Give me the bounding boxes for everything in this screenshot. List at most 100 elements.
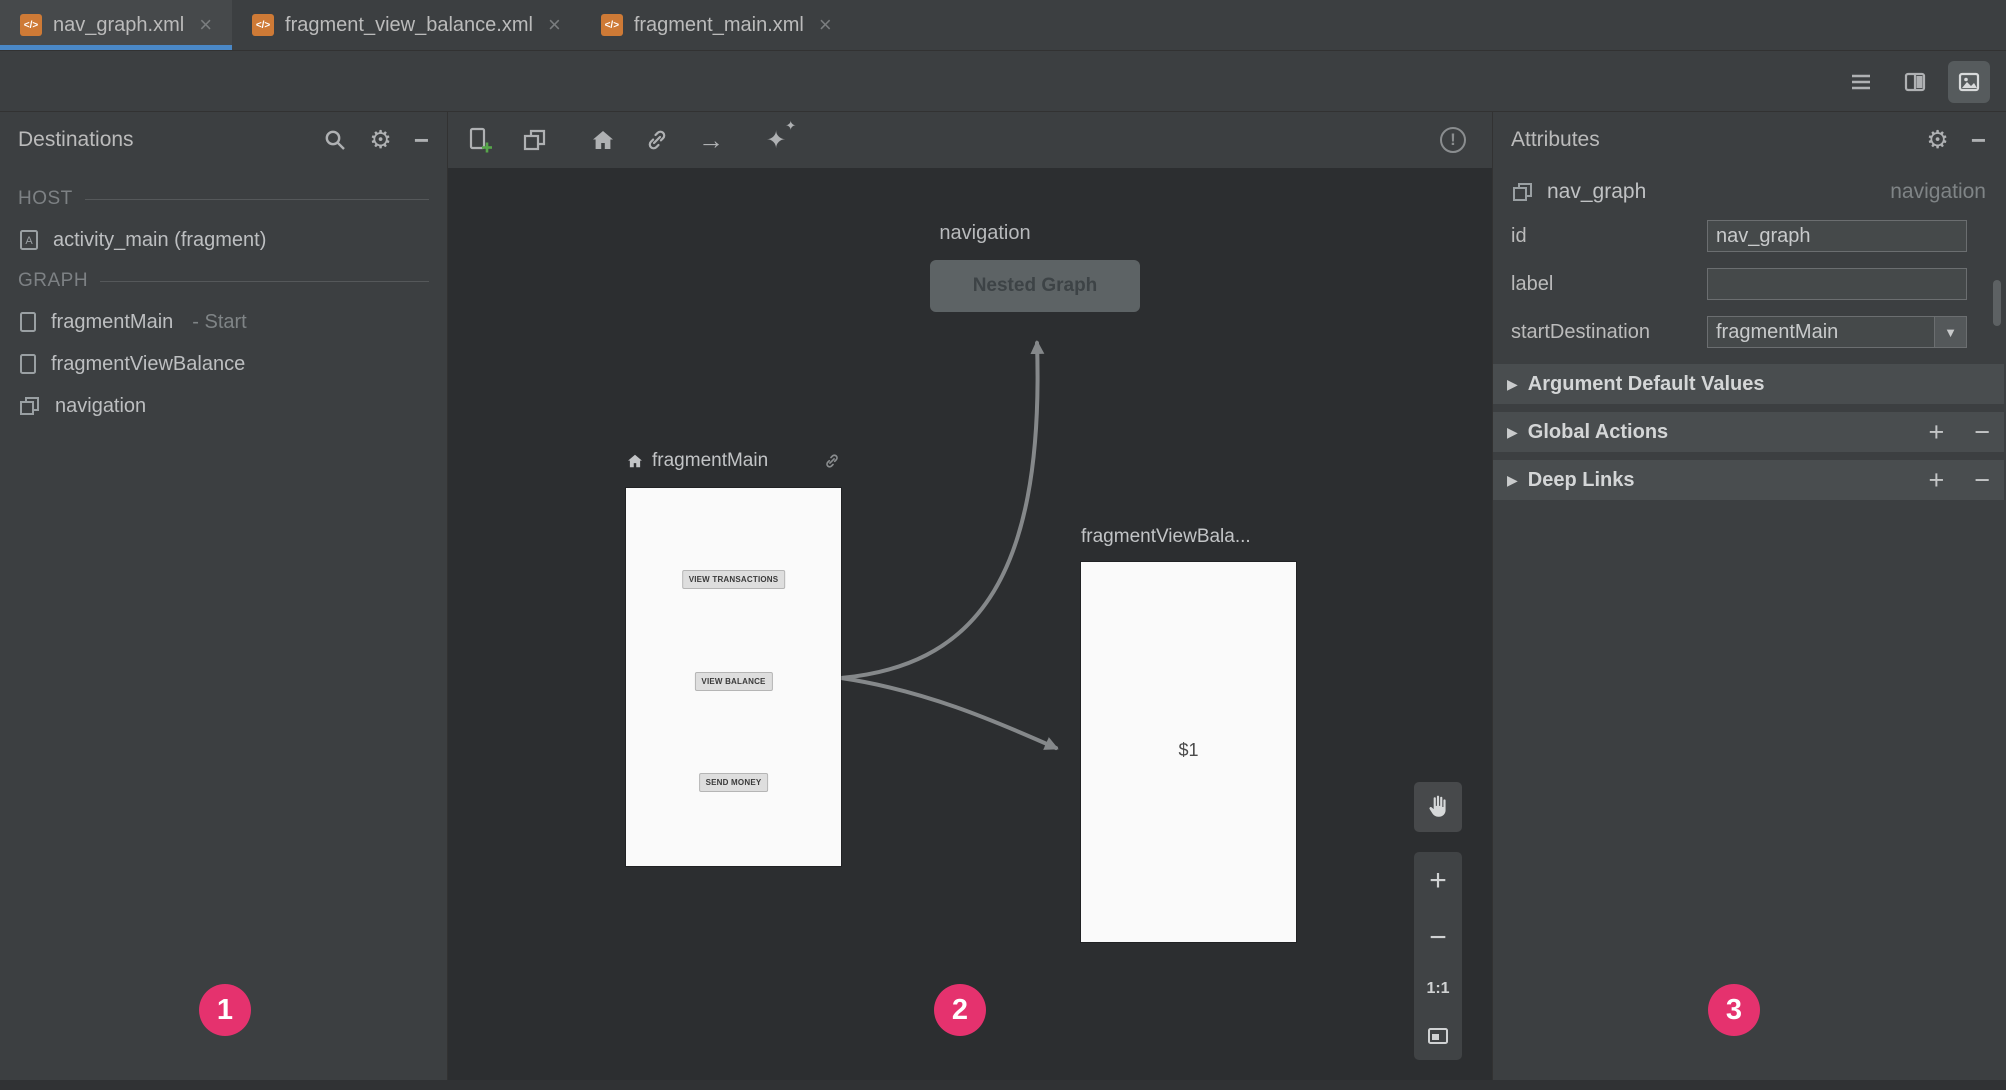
design-toolbar: → ✦ ✦ ! xyxy=(448,112,1492,168)
fragment-main-preview[interactable]: VIEW TRANSACTIONS VIEW BALANCE SEND MONE… xyxy=(626,488,841,866)
code-view-button[interactable] xyxy=(1840,61,1882,103)
deep-link-icon[interactable] xyxy=(644,127,670,153)
hide-panel-icon[interactable]: − xyxy=(1971,127,1986,153)
gear-icon[interactable]: ⚙ xyxy=(369,127,391,153)
tab-fragment-view-balance[interactable]: </> fragment_view_balance.xml × xyxy=(232,0,581,50)
design-view-icon xyxy=(1957,70,1981,94)
warning-indicator-icon[interactable]: ! xyxy=(1440,127,1466,153)
split-view-button[interactable] xyxy=(1894,61,1936,103)
attributes-title: Attributes xyxy=(1511,128,1600,151)
tab-fragment-main[interactable]: </> fragment_main.xml × xyxy=(581,0,852,50)
id-field[interactable] xyxy=(1707,220,1967,252)
close-icon[interactable]: × xyxy=(199,14,212,36)
start-destination-field-row: startDestination fragmentMain ▼ xyxy=(1493,308,2004,356)
annotation-badge-2: 2 xyxy=(934,984,986,1036)
nested-graph-icon xyxy=(18,394,42,418)
annotation-badge-1: 1 xyxy=(199,984,251,1036)
add-global-action-button[interactable]: + xyxy=(1928,418,1944,446)
tab-nav-graph[interactable]: </> nav_graph.xml × xyxy=(0,0,233,50)
component-type: navigation xyxy=(1890,180,1986,203)
annotation-badge-3: 3 xyxy=(1708,984,1760,1036)
field-label-start-destination: startDestination xyxy=(1511,320,1650,343)
start-suffix: - Start xyxy=(192,310,247,333)
preview-button: VIEW TRANSACTIONS xyxy=(681,570,786,589)
remove-global-action-button[interactable]: − xyxy=(1974,418,1990,446)
pan-tool-button[interactable] xyxy=(1414,782,1462,832)
fragment-main-header[interactable]: fragmentMain xyxy=(626,448,841,474)
component-name: nav_graph xyxy=(1547,180,1647,203)
remove-deep-link-button[interactable]: − xyxy=(1974,466,1990,494)
fragment-icon xyxy=(18,352,38,376)
section-argument-default-values[interactable]: ▶ Argument Default Values xyxy=(1493,364,2004,404)
nested-graph-node[interactable]: Nested Graph xyxy=(930,260,1140,312)
list-item-navigation[interactable]: navigation xyxy=(18,394,429,418)
add-destination-icon[interactable] xyxy=(466,126,494,154)
fragment-view-balance-header[interactable]: fragmentViewBala... xyxy=(1081,524,1296,550)
new-nested-graph-icon[interactable] xyxy=(522,127,548,153)
collapse-triangle-icon: ▶ xyxy=(1507,375,1518,392)
zoom-to-fit-button[interactable] xyxy=(1427,1025,1449,1047)
list-item-label: navigation xyxy=(55,394,147,417)
fragment-view-balance-preview[interactable]: $1 xyxy=(1081,562,1296,942)
label-field[interactable] xyxy=(1707,268,1967,300)
activity-icon: A xyxy=(18,228,40,252)
selected-value: fragmentMain xyxy=(1716,320,1839,343)
design-surface: → ✦ ✦ ! navigation Nested Graph fragment… xyxy=(448,112,1492,1090)
graph-group-label: GRAPH xyxy=(18,270,429,292)
link-icon xyxy=(823,452,841,470)
preview-text: $1 xyxy=(1178,740,1199,760)
xml-file-icon: </> xyxy=(600,14,623,36)
close-icon[interactable]: × xyxy=(819,14,832,36)
preview-button: VIEW BALANCE xyxy=(694,672,773,691)
window-bottom-edge xyxy=(0,1080,2006,1090)
search-icon[interactable] xyxy=(323,128,347,152)
fragment-icon xyxy=(18,310,38,334)
action-arrow-icon[interactable]: → xyxy=(698,127,724,153)
list-item-activity-main[interactable]: A activity_main (fragment) xyxy=(18,228,429,252)
tab-label: fragment_main.xml xyxy=(633,13,804,36)
start-destination-select[interactable]: fragmentMain ▼ xyxy=(1707,316,1967,348)
list-item-fragment-main[interactable]: fragmentMain - Start xyxy=(18,310,429,334)
list-item-label: activity_main (fragment) xyxy=(53,228,267,251)
zoom-in-button[interactable]: + xyxy=(1429,865,1447,896)
list-item-fragment-view-balance[interactable]: fragmentViewBalance xyxy=(18,352,429,376)
destinations-list: HOST A activity_main (fragment) GRAPH fr… xyxy=(0,168,447,442)
tab-label: fragment_view_balance.xml xyxy=(285,13,533,36)
destinations-title: Destinations xyxy=(18,128,134,151)
zoom-controls: + − 1:1 xyxy=(1414,852,1462,1060)
add-deep-link-button[interactable]: + xyxy=(1928,466,1944,494)
destinations-header: Destinations ⚙ − xyxy=(0,112,447,168)
chevron-down-icon[interactable]: ▼ xyxy=(1934,317,1966,347)
nested-graph-icon xyxy=(1511,180,1535,204)
section-global-actions[interactable]: ▶ Global Actions + − xyxy=(1493,412,2004,452)
collapse-triangle-icon: ▶ xyxy=(1507,471,1518,488)
node-title: fragmentMain xyxy=(652,450,769,471)
hide-panel-icon[interactable]: − xyxy=(414,127,429,153)
attributes-panel: Attributes ⚙ − nav_graph navigation id l… xyxy=(1492,112,2004,1090)
zoom-out-button[interactable]: − xyxy=(1429,922,1447,953)
close-icon[interactable]: × xyxy=(548,14,561,36)
preview-button: SEND MONEY xyxy=(698,773,769,792)
section-deep-links[interactable]: ▶ Deep Links + − xyxy=(1493,460,2004,500)
editor-tab-bar: </> nav_graph.xml × </> fragment_view_ba… xyxy=(0,0,2006,51)
design-view-button[interactable] xyxy=(1948,61,1990,103)
destinations-panel: Destinations ⚙ − HOST A activity_main (f… xyxy=(0,112,448,1090)
nav-graph-canvas[interactable]: navigation Nested Graph fragmentMain VIE… xyxy=(448,168,1492,1090)
android-studio-nav-editor: </> nav_graph.xml × </> fragment_view_ba… xyxy=(0,0,2006,1090)
code-lines-icon xyxy=(1849,70,1873,94)
list-item-label: fragmentViewBalance xyxy=(51,352,246,375)
hand-icon xyxy=(1425,794,1451,820)
field-label-label: label xyxy=(1511,272,1554,295)
host-group-label: HOST xyxy=(18,188,429,210)
tab-label: nav_graph.xml xyxy=(53,13,185,36)
assign-start-icon[interactable] xyxy=(590,127,616,153)
auto-arrange-icon[interactable]: ✦ ✦ xyxy=(766,118,796,155)
collapse-triangle-icon: ▶ xyxy=(1507,423,1518,440)
gear-icon[interactable]: ⚙ xyxy=(1926,127,1948,153)
xml-file-icon: </> xyxy=(20,14,42,36)
id-field-row: id xyxy=(1493,212,2004,260)
scrollbar-thumb[interactable] xyxy=(1993,280,2001,326)
start-destination-home-icon xyxy=(626,452,644,470)
split-view-icon xyxy=(1903,70,1927,94)
zoom-actual-size-button[interactable]: 1:1 xyxy=(1426,980,1449,998)
